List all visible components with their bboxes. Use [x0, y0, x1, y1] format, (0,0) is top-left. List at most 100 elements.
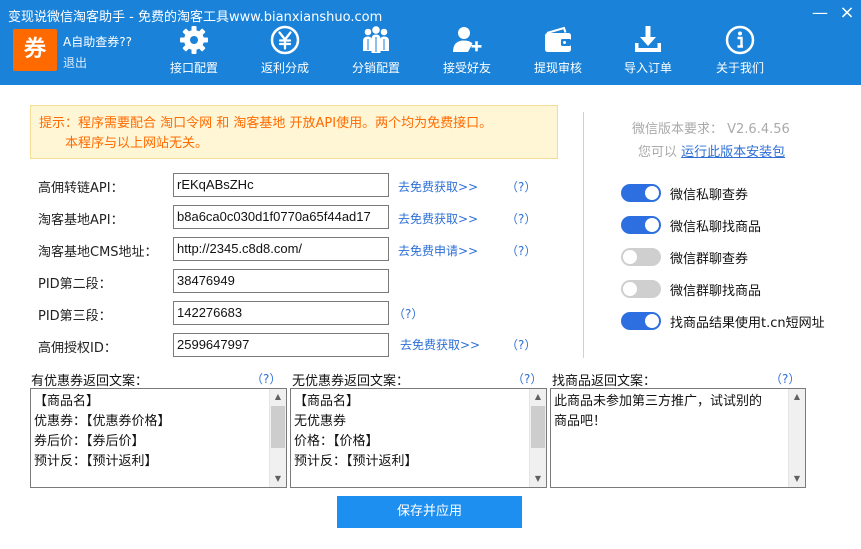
vertical-divider: [583, 112, 584, 358]
coupon-template-textarea[interactable]: 【商品名】 优惠券：【优惠券价格】 券后价：【券后价】 预计反：【预计返利】 ▲…: [30, 388, 287, 488]
toggle-knob: [645, 218, 659, 232]
field-label-high-commission-api: 高佣转链API：: [38, 181, 124, 196]
textarea-scrollbar[interactable]: ▲ ▼: [788, 389, 805, 487]
nav-import-orders[interactable]: 导入订单: [613, 24, 683, 80]
save-apply-button[interactable]: 保存并应用: [337, 496, 522, 528]
app-logo: 券: [13, 29, 57, 71]
nav-label: 接口配置: [169, 61, 218, 75]
nav-label: 关于我们: [715, 61, 764, 75]
help-link[interactable]: （?）: [512, 370, 542, 387]
template-line: 优惠券：【优惠券价格】: [34, 414, 171, 429]
toggle-switch[interactable]: [621, 312, 661, 330]
header-bar: 变现说微信淘客助手 - 免费的淘客工具www.bianxianshuo.com …: [0, 0, 861, 85]
help-link[interactable]: （?）: [506, 242, 536, 259]
template-line: 此商品未参加第三方推广，试试别的: [554, 394, 763, 409]
nav-distribution-config[interactable]: 分销配置: [341, 24, 411, 80]
nav-label: 返利分成: [260, 61, 309, 75]
help-link[interactable]: （?）: [770, 370, 800, 387]
field-label-pid-third: PID第三段：: [38, 309, 112, 324]
nav-about-us[interactable]: 关于我们: [705, 24, 775, 80]
field-label-auth-id: 高佣授权ID：: [38, 341, 117, 356]
toggle-knob: [623, 282, 637, 296]
template-line: 预计反：【预计返利】: [34, 454, 158, 469]
scroll-down-icon[interactable]: ▼: [270, 471, 286, 487]
toggle-switch[interactable]: [621, 248, 661, 266]
field-label-cms-address: 淘客基地CMS地址：: [38, 245, 158, 260]
info-icon: [725, 25, 755, 55]
minimize-button[interactable]: —: [806, 0, 834, 28]
nav-label: 接受好友: [442, 61, 491, 75]
find-product-template-label: 找商品返回文案：: [552, 374, 657, 389]
template-line: 无优惠券: [294, 414, 347, 429]
coupon-template-label: 有优惠券返回文案：: [31, 374, 149, 389]
notice-box: 提示：程序需要配合 淘口令网 和 淘客基地 开放API使用。两个均为免费接口。 …: [30, 105, 558, 159]
taoke-base-api-input[interactable]: b8a6ca0c030d1f0770a65f44ad17: [173, 205, 389, 229]
account-name: A自助查券??: [63, 35, 132, 49]
toggle-switch[interactable]: [621, 280, 661, 298]
get-free-link[interactable]: 去免费获取>>: [400, 336, 480, 353]
get-free-link[interactable]: 去免费获取>>: [398, 210, 478, 227]
gear-icon: [180, 26, 208, 54]
nav-label: 分销配置: [351, 61, 400, 75]
group-icon: [363, 26, 389, 53]
toggle-knob: [623, 250, 637, 264]
scroll-up-icon[interactable]: ▲: [270, 389, 286, 405]
nav-accept-friends[interactable]: 接受好友: [432, 24, 502, 80]
toggle-label: 找商品结果使用t.cn短网址: [670, 316, 825, 331]
add-friend-icon: [453, 27, 482, 52]
no-coupon-template-label: 无优惠券返回文案：: [292, 374, 410, 389]
field-label-taoke-base-api: 淘客基地API：: [38, 213, 124, 228]
toggle-label: 微信私聊查券: [670, 188, 749, 203]
nav-rebate-share[interactable]: 返利分成: [250, 24, 320, 80]
template-line: 【商品名】: [294, 394, 360, 409]
textarea-scrollbar[interactable]: ▲ ▼: [269, 389, 286, 487]
help-link[interactable]: （?）: [393, 305, 423, 322]
toggle-knob: [645, 186, 659, 200]
help-link[interactable]: （?）: [506, 210, 536, 227]
help-link[interactable]: （?）: [506, 336, 536, 353]
template-line: 【商品名】: [34, 394, 100, 409]
yen-icon: [270, 25, 300, 55]
toggle-label: 微信群聊查券: [670, 252, 749, 267]
field-label-pid-second: PID第二段：: [38, 277, 112, 292]
help-link[interactable]: （?）: [251, 370, 281, 387]
find-product-template-textarea[interactable]: 此商品未参加第三方推广，试试别的 商品吧！ ▲ ▼: [550, 388, 806, 488]
scroll-thumb[interactable]: [531, 406, 545, 448]
no-coupon-template-textarea[interactable]: 【商品名】 无优惠券 价格：【价格】 预计反：【预计返利】 ▲ ▼: [290, 388, 547, 488]
toggle-switch[interactable]: [621, 184, 661, 202]
nav-label: 提现审核: [533, 61, 582, 75]
pid-second-input[interactable]: 38476949: [173, 269, 389, 293]
logout-link[interactable]: 退出: [63, 54, 87, 71]
template-line: 预计反：【预计返利】: [294, 454, 418, 469]
textarea-scrollbar[interactable]: ▲ ▼: [529, 389, 546, 487]
nav-withdraw-review[interactable]: 提现审核: [523, 24, 593, 80]
notice-line-1: 提示：程序需要配合 淘口令网 和 淘客基地 开放API使用。两个均为免费接口。: [39, 116, 493, 131]
close-button[interactable]: ×: [833, 0, 861, 28]
auth-id-input[interactable]: 2599647997: [173, 333, 389, 357]
scroll-down-icon[interactable]: ▼: [789, 471, 805, 487]
toggle-label: 微信群聊找商品: [670, 284, 762, 299]
download-icon: [635, 26, 661, 52]
wallet-icon: [545, 26, 571, 52]
cms-address-input[interactable]: http://2345.c8d8.com/: [173, 237, 389, 261]
run-installer-link[interactable]: 运行此版本安装包: [681, 145, 785, 160]
get-free-link[interactable]: 去免费获取>>: [398, 178, 478, 195]
apply-free-link[interactable]: 去免费申请>>: [398, 242, 478, 259]
version-tip-text: 您可以: [638, 145, 678, 160]
version-tip: 您可以 运行此版本安装包: [638, 141, 785, 160]
high-commission-api-input[interactable]: rEKqABsZHc: [173, 173, 389, 197]
template-line: 商品吧！: [554, 414, 607, 429]
toggle-switch[interactable]: [621, 216, 661, 234]
scroll-up-icon[interactable]: ▲: [789, 389, 805, 405]
template-line: 价格：【价格】: [294, 434, 379, 449]
help-link[interactable]: （?）: [506, 178, 536, 195]
notice-line-2: 本程序与以上网站无关。: [65, 136, 209, 151]
scroll-down-icon[interactable]: ▼: [530, 471, 546, 487]
pid-third-input[interactable]: 142276683: [173, 301, 389, 325]
scroll-thumb[interactable]: [271, 406, 285, 448]
wechat-version-requirement: 微信版本要求： V2.6.4.56: [632, 122, 790, 137]
scroll-up-icon[interactable]: ▲: [530, 389, 546, 405]
toggle-knob: [645, 314, 659, 328]
template-line: 券后价：【券后价】: [34, 434, 145, 449]
nav-api-config[interactable]: 接口配置: [159, 24, 229, 80]
